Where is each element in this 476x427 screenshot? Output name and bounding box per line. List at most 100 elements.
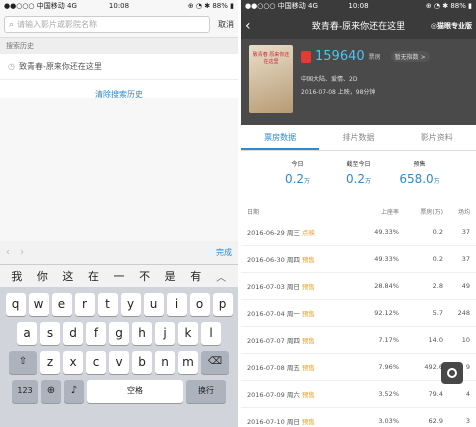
globe-icon[interactable]: ⊕ xyxy=(41,380,61,403)
row-tag: 预售 xyxy=(301,310,315,318)
key[interactable]: m xyxy=(178,351,198,374)
key[interactable]: y xyxy=(120,293,141,316)
key[interactable]: e xyxy=(51,293,72,316)
stat-cumulative: 截至今日 0.2万 xyxy=(328,151,389,207)
space-key[interactable]: 空格 xyxy=(87,380,183,403)
row-tag: 预售 xyxy=(301,283,315,291)
key[interactable]: t xyxy=(97,293,118,316)
row-avg: 4 xyxy=(465,390,470,398)
row-box: 5.7 xyxy=(432,309,443,317)
cancel-button[interactable]: 取消 xyxy=(218,19,234,30)
candidate[interactable]: 是 xyxy=(157,268,183,284)
movie-genre: 中国大陆、爱情、2D xyxy=(301,76,358,83)
key[interactable]: p xyxy=(212,293,233,316)
tab-bar: 票房数据 排片数据 影片资料 xyxy=(241,125,476,151)
row-box: 2.8 xyxy=(432,282,443,290)
candidate[interactable]: 在 xyxy=(81,268,107,284)
key[interactable]: q xyxy=(5,293,26,316)
table-row[interactable]: 2016-07-10 周日 预售 3.03% 62.9 3 xyxy=(241,408,476,427)
row-rate: 49.33% xyxy=(374,255,399,263)
row-date: 2016-06-29 周三 xyxy=(247,229,300,237)
search-bar: ⌕ 取消 xyxy=(0,12,238,38)
candidate-bar: 我 你 这 在 一 不 是 有 ︿ xyxy=(0,265,238,287)
row-rate: 3.03% xyxy=(378,417,399,425)
numbers-key[interactable]: 123 xyxy=(12,380,38,403)
movie-poster[interactable]: 致青春 原来你还在这里 xyxy=(249,45,293,113)
prev-next-arrows-icon[interactable]: ‹› xyxy=(6,247,34,258)
table-row[interactable]: 2016-07-04 周一 预售 92.12% 5.7 248 xyxy=(241,300,476,327)
key[interactable]: b xyxy=(132,351,152,374)
key[interactable]: z xyxy=(40,351,60,374)
candidate[interactable]: 一 xyxy=(106,268,132,284)
row-tag: 预售 xyxy=(301,337,315,345)
done-button[interactable]: 完成 xyxy=(216,247,232,258)
row-rate: 3.52% xyxy=(378,390,399,398)
row-date: 2016-06-30 周四 xyxy=(247,256,300,264)
candidate[interactable]: 有 xyxy=(183,268,209,284)
carrier-label: ●●○○○ 中国移动 4G xyxy=(4,2,77,10)
movie-info: 159640 票房 暂无指数 > 中国大陆、爱情、2D 2016-07-08 上… xyxy=(301,45,468,119)
camera-icon[interactable] xyxy=(441,362,463,384)
key[interactable]: w xyxy=(28,293,49,316)
key[interactable]: g xyxy=(109,322,129,345)
history-item[interactable]: ◷ 致青春-原来你还在这里 xyxy=(0,54,238,80)
row-box: 14.0 xyxy=(428,336,443,344)
table-row[interactable]: 2016-07-03 周日 预售 28.84% 2.8 49 xyxy=(241,273,476,300)
key[interactable]: d xyxy=(63,322,83,345)
expand-candidates-icon[interactable]: ︿ xyxy=(209,269,235,284)
candidate[interactable]: 你 xyxy=(30,268,56,284)
col-avg: 场均 xyxy=(457,209,470,216)
return-key[interactable]: 换行 xyxy=(186,380,226,403)
row-tag: 预售 xyxy=(301,256,315,264)
shift-key-icon[interactable]: ⇧ xyxy=(9,351,37,374)
key[interactable]: x xyxy=(63,351,83,374)
battery-label: ⊕ ◔ ✱ 88% ▮ xyxy=(187,2,234,10)
row-rate: 7.17% xyxy=(378,336,399,344)
key[interactable]: j xyxy=(155,322,175,345)
key[interactable]: f xyxy=(86,322,106,345)
key[interactable]: n xyxy=(155,351,175,374)
history-header: 搜索历史 xyxy=(0,38,238,54)
table-row[interactable]: 2016-06-29 周三 点映 49.33% 0.2 37 xyxy=(241,219,476,246)
tab-movie-info[interactable]: 影片资料 xyxy=(398,125,476,150)
tab-box-office[interactable]: 票房数据 xyxy=(241,125,320,150)
key[interactable]: l xyxy=(201,322,221,345)
table-row[interactable]: 2016-06-30 周四 预售 49.33% 0.2 37 xyxy=(241,246,476,273)
stat-value: 0.2万 xyxy=(284,172,311,186)
key[interactable]: k xyxy=(178,322,198,345)
key[interactable]: a xyxy=(17,322,37,345)
row-tag: 点映 xyxy=(301,229,315,237)
row-date: 2016-07-07 周四 xyxy=(247,337,300,345)
row-date: 2016-07-09 周六 xyxy=(247,391,300,399)
stat-label: 今日 xyxy=(291,161,304,168)
search-box[interactable]: ⌕ xyxy=(4,16,210,33)
key[interactable]: i xyxy=(166,293,187,316)
search-screen: ●●○○○ 中国移动 4G 10:08 ⊕ ◔ ✱ 88% ▮ ⌕ 取消 搜索历… xyxy=(0,0,238,427)
table-row[interactable]: 2016-07-09 周六 预售 3.52% 79.4 4 xyxy=(241,381,476,408)
row-tag: 预售 xyxy=(301,418,315,426)
key-row-1: q w e r t y u i o p xyxy=(0,293,238,316)
summary-stats: 今日 0.2万 截至今日 0.2万 预售 658.0万 xyxy=(241,151,476,207)
key[interactable]: h xyxy=(132,322,152,345)
stat-value: 0.2万 xyxy=(345,172,372,186)
search-input[interactable] xyxy=(17,20,205,29)
row-date: 2016-07-10 周日 xyxy=(247,418,300,426)
candidate[interactable]: 这 xyxy=(55,268,81,284)
stat-today: 今日 0.2万 xyxy=(267,151,328,207)
candidate[interactable]: 我 xyxy=(4,268,30,284)
key[interactable]: c xyxy=(86,351,106,374)
key[interactable]: u xyxy=(143,293,164,316)
tab-schedule[interactable]: 排片数据 xyxy=(319,125,397,150)
candidate[interactable]: 不 xyxy=(132,268,158,284)
rating-index-button[interactable]: 暂无指数 > xyxy=(390,51,430,62)
microphone-icon[interactable]: ♪ xyxy=(64,380,84,403)
table-row[interactable]: 2016-07-07 周四 预售 7.17% 14.0 10 xyxy=(241,327,476,354)
clock-icon: ◷ xyxy=(8,62,15,71)
key[interactable]: v xyxy=(109,351,129,374)
key[interactable]: s xyxy=(40,322,60,345)
key[interactable]: r xyxy=(74,293,95,316)
keyboard: ‹› 完成 我 你 这 在 一 不 是 有 ︿ q w e r t y u i … xyxy=(0,241,238,427)
key[interactable]: o xyxy=(189,293,210,316)
row-box: 492.6 xyxy=(424,363,443,371)
backspace-key-icon[interactable]: ⌫ xyxy=(201,351,229,374)
